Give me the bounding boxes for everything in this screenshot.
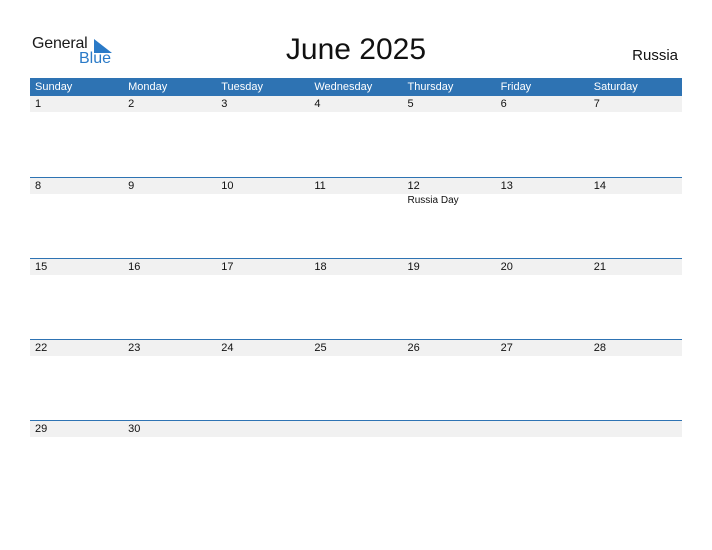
day-number: 14 [593, 180, 606, 192]
day-number [496, 421, 589, 437]
weeks-container: 1 2 3 4 5 6 7 8 9 10 11 12 13 14 Russia Day 15 16 17 18 19 2… [30, 96, 682, 501]
day-number: 29 [35, 423, 48, 435]
day-number: 4 [314, 98, 321, 110]
weekday-tuesday: Tuesday [221, 81, 264, 93]
day-number: 9 [128, 180, 135, 192]
day-number: 12 [407, 180, 420, 192]
day-number: 15 [35, 261, 48, 273]
weekday-wednesday: Wednesday [314, 81, 373, 93]
date-row: 8 9 10 11 12 13 14 [30, 178, 682, 194]
day-number [216, 421, 309, 437]
day-number: 10 [221, 180, 234, 192]
day-event [309, 194, 402, 208]
date-row: 22 23 24 25 26 27 28 [30, 340, 682, 356]
day-number [309, 421, 402, 437]
day-number: 23 [128, 342, 141, 354]
day-number: 17 [221, 261, 234, 273]
weekday-saturday: Saturday [593, 81, 638, 93]
calendar-grid: Sunday Monday Tuesday Wednesday Thursday… [30, 78, 682, 501]
calendar-title: June 2025 [285, 33, 427, 66]
day-number: 18 [314, 261, 327, 273]
day-number: 24 [221, 342, 234, 354]
day-number: 6 [500, 98, 507, 110]
day-number: 8 [35, 180, 42, 192]
date-row: 1 2 3 4 5 6 7 [30, 96, 682, 112]
event-row: Russia Day [30, 194, 682, 208]
day-number: 20 [500, 261, 513, 273]
day-number: 5 [407, 98, 414, 110]
day-number: 2 [128, 98, 135, 110]
day-number: 26 [407, 342, 420, 354]
day-number: 11 [314, 180, 326, 192]
week-row: 1 2 3 4 5 6 7 [30, 96, 682, 177]
weekday-sunday: Sunday [35, 81, 73, 93]
day-event [589, 194, 682, 208]
day-number: 13 [500, 180, 513, 192]
day-event [123, 194, 216, 208]
week-row: 8 9 10 11 12 13 14 Russia Day [30, 177, 682, 258]
day-number: 16 [128, 261, 141, 273]
weekday-thursday: Thursday [407, 81, 454, 93]
weekday-header: Sunday Monday Tuesday Wednesday Thursday… [30, 78, 682, 96]
day-number: 28 [593, 342, 606, 354]
week-row: 29 30 [30, 420, 682, 501]
day-number: 25 [314, 342, 327, 354]
date-row: 29 30 [30, 421, 682, 437]
day-number: 1 [35, 98, 42, 110]
day-event: Russia Day [407, 195, 459, 206]
day-number: 22 [35, 342, 48, 354]
day-number: 27 [500, 342, 513, 354]
week-row: 22 23 24 25 26 27 28 [30, 339, 682, 420]
weekday-monday: Monday [128, 81, 168, 93]
date-row: 15 16 17 18 19 20 21 [30, 259, 682, 275]
day-number: 30 [128, 423, 141, 435]
day-event [216, 194, 309, 208]
day-number: 19 [407, 261, 420, 273]
day-number: 7 [593, 98, 600, 110]
week-row: 15 16 17 18 19 20 21 [30, 258, 682, 339]
country-label: Russia [632, 47, 678, 64]
day-event [30, 194, 123, 208]
day-number [589, 421, 682, 437]
day-number: 3 [221, 98, 228, 110]
day-event [496, 194, 589, 208]
day-number: 21 [593, 261, 606, 273]
weekday-friday: Friday [500, 81, 532, 93]
day-number [403, 421, 496, 437]
